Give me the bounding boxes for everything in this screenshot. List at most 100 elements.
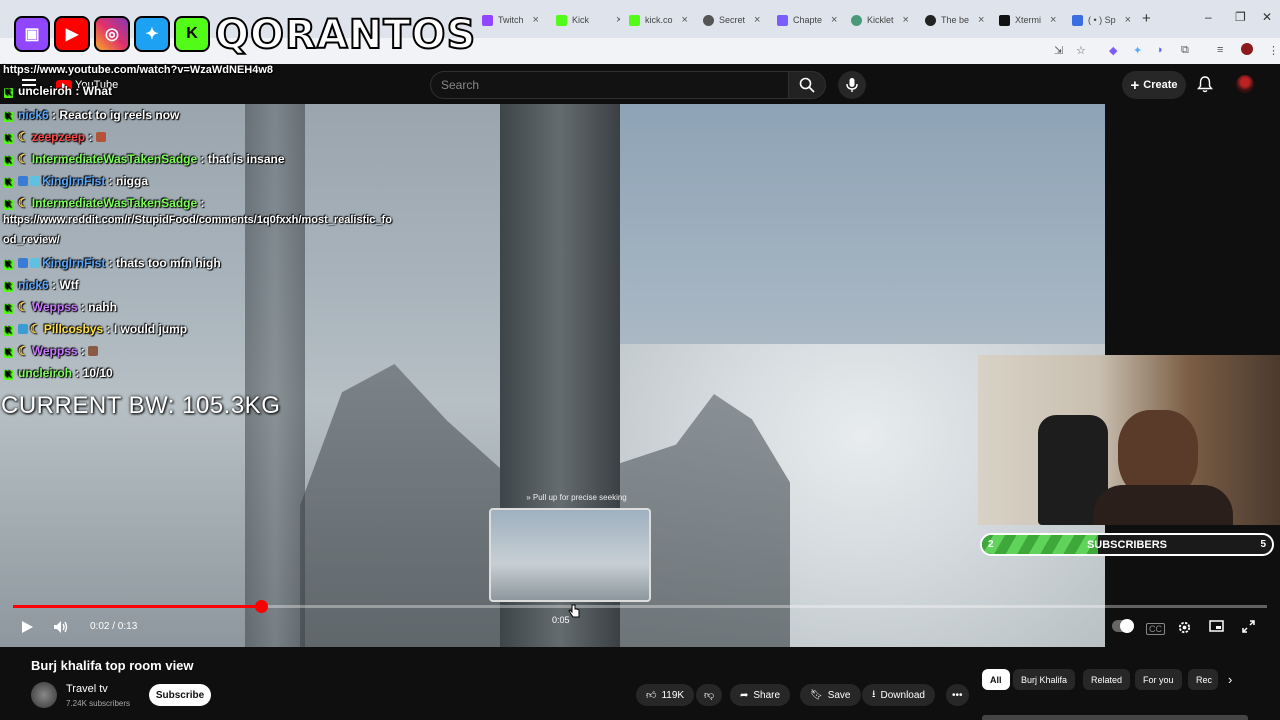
close-icon[interactable]: ×: [533, 14, 539, 26]
autoplay-icon: [1112, 619, 1134, 633]
chat-link-text: od_review/: [3, 234, 60, 246]
chip-related[interactable]: Related: [1083, 669, 1131, 690]
menu-dots-icon[interactable]: ⋮: [1268, 44, 1279, 57]
subscribe-button[interactable]: Subscribe: [149, 684, 211, 706]
tab-the-best[interactable]: The be ×: [925, 8, 991, 32]
tab-icon: [1072, 14, 1083, 26]
close-icon[interactable]: ×: [754, 14, 760, 26]
chip-burj-khalifa[interactable]: Burj Khalifa: [1013, 669, 1076, 690]
channel-avatar[interactable]: [31, 682, 57, 708]
autoplay-toggle[interactable]: [1112, 619, 1134, 633]
tab-label: Chapte: [793, 15, 823, 25]
channel-name[interactable]: Travel tv: [66, 683, 108, 695]
chat-text: : 10/10: [75, 366, 113, 380]
fullscreen-icon[interactable]: [1242, 620, 1255, 633]
close-icon[interactable]: ×: [978, 14, 984, 26]
tab-kick[interactable]: Kick ×: [556, 8, 620, 32]
captions-icon[interactable]: CC: [1146, 623, 1165, 635]
chat-username: KingIrnFist: [42, 174, 106, 188]
voice-search-button[interactable]: [838, 71, 866, 99]
chat-text: : I would jump: [106, 322, 188, 336]
search-button[interactable]: [788, 71, 826, 99]
chat-text: : What: [75, 84, 113, 98]
moon-badge-icon: ☾: [18, 300, 29, 314]
like-button[interactable]: 👍︎ 119K: [636, 684, 695, 706]
recommended-thumbnail[interactable]: [982, 715, 1248, 720]
streamer-logo-banner: ▣ ▶ ◎ ✦ K QORANTOS: [10, 8, 476, 64]
video-title: Burj khalifa top room view: [31, 658, 194, 673]
badge-icon: [18, 258, 28, 268]
kick-icon: K: [4, 156, 13, 166]
badge-icon: [30, 176, 40, 186]
new-tab-icon[interactable]: +: [1142, 10, 1151, 27]
tab-twitch[interactable]: Twitch ×: [482, 8, 550, 32]
share-arrow-icon: ➦: [740, 689, 749, 701]
close-icon[interactable]: ×: [1050, 14, 1056, 26]
profile-avatar[interactable]: [1241, 43, 1253, 55]
seek-preview-thumbnail: [489, 508, 651, 602]
minimize-icon[interactable]: –: [1205, 10, 1212, 24]
chat-message: K KingIrnFist : nigga: [4, 174, 148, 188]
close-icon[interactable]: ×: [616, 14, 620, 26]
youtube-icon: ▶: [54, 16, 90, 52]
close-icon[interactable]: ×: [1125, 14, 1131, 26]
extension-icon[interactable]: ✦: [1133, 44, 1142, 57]
extension-icon[interactable]: ◗: [1157, 44, 1164, 56]
extension-icon[interactable]: ◆: [1109, 44, 1117, 57]
bookmark-star-icon[interactable]: ☆: [1076, 44, 1086, 57]
chip-all[interactable]: All: [982, 669, 1010, 690]
install-icon[interactable]: ⇲: [1054, 44, 1063, 57]
account-avatar[interactable]: [1236, 75, 1254, 93]
close-icon[interactable]: ×: [682, 14, 688, 26]
chevron-right-icon[interactable]: ›: [1228, 672, 1232, 687]
settings-gear-icon[interactable]: [1177, 620, 1192, 635]
save-label: Save: [827, 689, 851, 701]
dislike-button[interactable]: 👎︎: [696, 684, 723, 706]
tab-active[interactable]: ( • ) Sp ×: [1072, 8, 1134, 32]
restore-icon[interactable]: ❐: [1235, 10, 1246, 24]
chip-recent[interactable]: Rec: [1188, 669, 1218, 690]
tab-label: ( • ) Sp: [1088, 15, 1116, 25]
download-button[interactable]: ⭳ Download: [862, 684, 935, 706]
volume-button[interactable]: [53, 620, 69, 634]
twitch-icon: [482, 14, 493, 26]
video-frame-sky: [620, 104, 1105, 344]
progress-bar[interactable]: [13, 600, 1267, 613]
reading-list-icon[interactable]: ≡: [1217, 44, 1223, 56]
play-button[interactable]: [20, 620, 34, 634]
notifications-bell-icon[interactable]: [1197, 76, 1213, 98]
window-close-icon[interactable]: ✕: [1262, 10, 1272, 24]
tab-kicklet[interactable]: Kicklet ×: [851, 8, 917, 32]
theater-mode-icon[interactable]: [1209, 620, 1224, 632]
chat-text: : Wtf: [52, 278, 79, 292]
tab-kick-co[interactable]: kick.co ×: [629, 8, 695, 32]
more-actions-button[interactable]: •••: [946, 684, 969, 706]
extensions-puzzle-icon[interactable]: ⧉: [1181, 44, 1189, 57]
chat-message: K ☾ Weppss : nahh: [4, 300, 117, 314]
kick-icon: K: [4, 112, 13, 122]
chat-text: : nigga: [108, 174, 148, 188]
save-button[interactable]: 🔖︎ Save: [800, 684, 861, 706]
badge-icon: [18, 176, 28, 186]
video-player[interactable]: » Pull up for precise seeking 0:05: [0, 104, 1105, 647]
twitter-icon: ✦: [134, 16, 170, 52]
chip-for-you[interactable]: For you: [1135, 669, 1182, 690]
create-button[interactable]: + Create: [1122, 71, 1186, 99]
search-input[interactable]: Search: [430, 71, 788, 99]
close-icon[interactable]: ×: [831, 14, 837, 26]
download-label: Download: [880, 689, 925, 701]
chat-username: uncleiroh: [18, 366, 73, 380]
tab-xtermi[interactable]: Xtermi ×: [999, 8, 1065, 32]
url-text[interactable]: https://www.youtube.com/watch?v=WzaWdNEH…: [3, 64, 273, 76]
moon-badge-icon: ☾: [18, 152, 29, 166]
share-button[interactable]: ➦ Share: [730, 684, 791, 706]
tab-chapter[interactable]: Chapte ×: [777, 8, 843, 32]
streamer-logo-word: QORANTOS: [214, 11, 477, 59]
tab-secret[interactable]: Secret ×: [703, 8, 769, 32]
moon-badge-icon: ☾: [18, 130, 29, 144]
chat-text: :: [200, 196, 205, 210]
moon-badge-icon: ☾: [18, 344, 29, 358]
close-icon[interactable]: ×: [903, 14, 909, 26]
chat-message: K ☾ IntermediateWasTakenSadge : that is in…: [4, 152, 285, 166]
cursor-hand-icon: [568, 604, 580, 623]
